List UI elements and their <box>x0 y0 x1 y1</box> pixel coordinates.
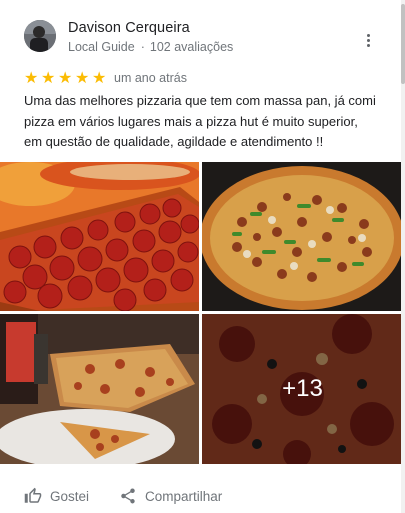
review-photo-1[interactable] <box>0 162 199 311</box>
star-icon: ★ <box>24 68 39 87</box>
review-date: um ano atrás <box>114 71 187 85</box>
review-header: Davison Cerqueira Local Guide · 102 avalia… <box>0 0 405 62</box>
scrollbar[interactable] <box>401 0 405 513</box>
more-photos-overlay[interactable]: +13 <box>202 314 403 464</box>
rating-row: ★ ★ ★ ★ ★ um ano atrás <box>24 68 187 88</box>
review-actions: Gostei Compartilhar <box>24 484 252 508</box>
local-guide-badge: Local Guide <box>68 40 135 54</box>
scrollbar-thumb[interactable] <box>401 4 405 84</box>
like-label: Gostei <box>50 488 90 504</box>
thumb-up-icon <box>24 487 42 503</box>
separator-dot: · <box>140 40 145 54</box>
review-photo-3[interactable] <box>0 314 199 464</box>
photo-grid: +13 <box>0 162 403 464</box>
author-meta: Local Guide · 102 avaliações <box>68 40 233 54</box>
star-icon: ★ <box>75 68 90 87</box>
star-icon: ★ <box>58 68 73 87</box>
star-icon: ★ <box>41 68 56 87</box>
share-button[interactable]: Compartilhar <box>119 487 222 505</box>
star-rating: ★ ★ ★ ★ ★ <box>24 70 109 86</box>
review-text: Uma das melhores pizzaria que tem com ma… <box>24 93 376 149</box>
share-icon <box>121 488 135 504</box>
author-name[interactable]: Davison Cerqueira <box>68 20 190 36</box>
review-photo-4[interactable]: +13 <box>202 314 403 464</box>
share-label: Compartilhar <box>145 488 223 504</box>
author-avatar[interactable] <box>24 20 56 52</box>
more-vert-icon[interactable] <box>356 28 380 52</box>
author-review-count: 102 avaliações <box>149 40 234 54</box>
star-icon: ★ <box>92 68 107 87</box>
like-button[interactable]: Gostei <box>24 487 89 505</box>
review-card: Davison Cerqueira Local Guide · 102 avalia… <box>0 0 405 513</box>
review-photo-2[interactable] <box>202 162 403 311</box>
